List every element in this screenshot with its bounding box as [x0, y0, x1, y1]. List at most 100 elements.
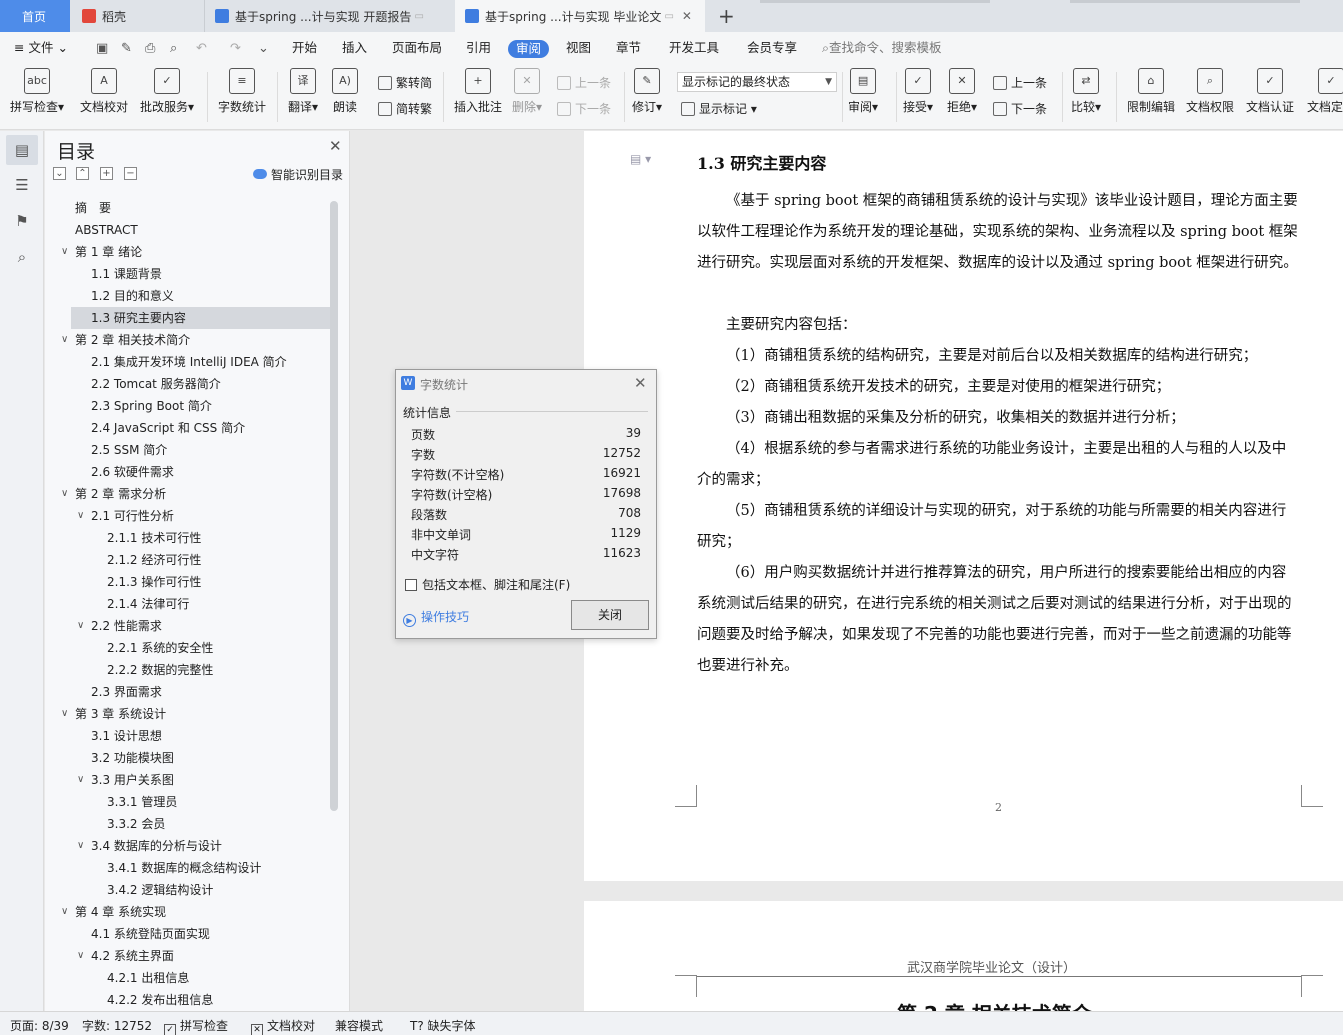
delete-comment-button[interactable]: ✕ 删除▾	[512, 68, 542, 115]
proofread-button[interactable]: A 文档校对	[80, 68, 128, 115]
chapter-navigation-icon[interactable]: ☰	[12, 175, 32, 195]
undo-icon[interactable]: ↶	[196, 41, 207, 56]
toc-item[interactable]: ∨ 3.4 数据库的分析与设计	[77, 835, 222, 857]
track-changes-button[interactable]: ✎ 修订▾	[632, 68, 662, 115]
menu-member[interactable]: 会员专享	[747, 32, 797, 64]
word-count-indicator[interactable]: 字数: 12752	[82, 1017, 152, 1034]
compatibility-mode[interactable]: 兼容模式	[335, 1017, 383, 1034]
missing-font[interactable]: T? 缺失字体	[410, 1017, 476, 1034]
toc-item[interactable]: 2.1.1 技术可行性	[107, 527, 201, 549]
menu-page-layout[interactable]: 页面布局	[392, 32, 442, 64]
add-heading-icon[interactable]: +	[100, 167, 113, 180]
next-comment-button[interactable]: 下一条	[557, 100, 611, 117]
status-spell-check[interactable]: ✓ 拼写检查	[164, 1017, 228, 1035]
file-menu[interactable]: ≡ 文件 ⌄	[14, 32, 68, 64]
chevron-down-icon[interactable]: ∨	[61, 703, 68, 725]
toc-item[interactable]: 2.2 Tomcat 服务器简介	[91, 373, 221, 395]
toc-item[interactable]: 2.1.2 经济可行性	[107, 549, 201, 571]
status-proofread[interactable]: ✕ 文档校对	[251, 1017, 315, 1035]
spell-check-button[interactable]: abc 拼写检查▾	[10, 68, 64, 115]
close-icon[interactable]: ✕	[329, 137, 342, 155]
compare-button[interactable]: ⇄ 比较▾	[1071, 68, 1101, 115]
quick-access-dropdown-icon[interactable]: ⌄	[258, 41, 269, 56]
toc-item[interactable]: 2.2.2 数据的完整性	[107, 659, 213, 681]
restrict-editing-button[interactable]: ⌂ 限制编辑	[1127, 68, 1175, 115]
previous-comment-button[interactable]: 上一条	[557, 74, 611, 91]
word-count-button[interactable]: ≡ 字数统计	[218, 68, 266, 115]
chevron-down-icon[interactable]: ∨	[77, 835, 84, 857]
review-pane-button[interactable]: ▤ 审阅▾	[848, 68, 878, 115]
chevron-down-icon[interactable]: ∨	[77, 505, 84, 527]
tab-document-thesis[interactable]: 基于spring ...计与实现 毕业论文 ▭ ✕	[455, 0, 705, 32]
reject-change-button[interactable]: ✕ 拒绝▾	[947, 68, 977, 115]
toc-item[interactable]: 3.2 功能模块图	[91, 747, 174, 769]
toc-item[interactable]: ∨ 第 2 章 需求分析	[61, 483, 166, 505]
toc-item[interactable]: 2.1.3 操作可行性	[107, 571, 201, 593]
toc-item[interactable]: ∨ 3.3 用户关系图	[77, 769, 174, 791]
include-textboxes-checkbox[interactable]: 包括文本框、脚注和尾注(F)	[405, 576, 570, 593]
toc-item[interactable]: 3.3.2 会员	[107, 813, 165, 835]
translate-button[interactable]: 译翻译▾	[288, 68, 318, 115]
chevron-down-icon[interactable]: ∨	[61, 483, 68, 505]
chevron-down-icon[interactable]: ∨	[77, 615, 84, 637]
show-markup-dropdown[interactable]: 显示标记 ▾	[681, 100, 757, 117]
tab-home[interactable]: 首页	[0, 0, 70, 32]
toc-item[interactable]: ∨ 第 3 章 系统设计	[61, 703, 166, 725]
markup-mode-select[interactable]: 显示标记的最终状态 ▼	[677, 72, 837, 92]
tips-link[interactable]: ▶ 操作技巧	[403, 608, 469, 627]
toc-scrollbar[interactable]	[330, 201, 338, 811]
chevron-down-icon[interactable]: ∨	[61, 329, 68, 351]
chevron-down-icon[interactable]: ∨	[77, 945, 84, 967]
document-certification-button[interactable]: ✓ 文档认证	[1246, 68, 1294, 115]
expand-all-icon[interactable]: ⌃	[76, 167, 89, 180]
smart-toc-button[interactable]: 智能识别目录	[253, 166, 343, 183]
chevron-down-icon[interactable]: ∨	[61, 901, 68, 923]
toc-item[interactable]: 2.4 JavaScript 和 CSS 简介	[91, 417, 245, 439]
collapse-all-icon[interactable]: ⌄	[53, 167, 66, 180]
toc-item[interactable]: 3.4.1 数据库的概念结构设计	[107, 857, 261, 879]
command-search[interactable]: ⌕查找命令、搜索模板	[822, 32, 942, 64]
toc-item[interactable]: ABSTRACT	[75, 219, 138, 241]
trad-to-simp-button[interactable]: 繁转简	[378, 74, 432, 91]
toc-item[interactable]: 1.3 研究主要内容	[71, 307, 330, 329]
toc-item[interactable]: 2.1.4 法律可行	[107, 593, 189, 615]
toc-item[interactable]: ∨ 4.2 系统主界面	[77, 945, 174, 967]
close-icon[interactable]: ✕	[634, 374, 647, 392]
toc-item[interactable]: 3.4.2 逻辑结构设计	[107, 879, 213, 901]
tab-document-proposal[interactable]: 基于spring ...计与实现 开题报告 ▭	[204, 0, 454, 32]
remove-heading-icon[interactable]: −	[124, 167, 137, 180]
previous-change-button[interactable]: 上一条	[993, 74, 1047, 91]
page-indicator[interactable]: 页面: 8/39	[10, 1017, 69, 1034]
toc-item[interactable]: 2.2.1 系统的安全性	[107, 637, 213, 659]
page-options-icon[interactable]: ▤ ▾	[630, 152, 651, 166]
dialog-titlebar[interactable]: W 字数统计 ✕	[396, 370, 656, 396]
tab-daoke[interactable]: 稻壳	[72, 0, 202, 32]
document-permission-button[interactable]: ⌕ 文档权限	[1186, 68, 1234, 115]
menu-chapter[interactable]: 章节	[616, 32, 641, 64]
toc-item[interactable]: 2.3 界面需求	[91, 681, 162, 703]
save-icon[interactable]: ▣	[96, 41, 108, 56]
toc-pane-icon[interactable]: ▤	[6, 135, 38, 165]
toc-item[interactable]: 2.3 Spring Boot 简介	[91, 395, 212, 417]
close-tab-icon[interactable]: ✕	[682, 9, 692, 23]
toc-item[interactable]: 2.6 软硬件需求	[91, 461, 174, 483]
bookmark-icon[interactable]: ⚑	[12, 211, 32, 231]
toc-item[interactable]: 4.2.1 出租信息	[107, 967, 189, 989]
toc-item[interactable]: 3.1 设计思想	[91, 725, 162, 747]
read-aloud-button[interactable]: A) 朗读	[332, 68, 358, 115]
menu-developer-tools[interactable]: 开发工具	[669, 32, 719, 64]
toc-item[interactable]: 4.1 系统登陆页面实现	[91, 923, 210, 945]
simp-to-trad-button[interactable]: 简转繁	[378, 100, 432, 117]
toc-item[interactable]: 2.5 SSM 简介	[91, 439, 167, 461]
insert-comment-button[interactable]: + 插入批注	[454, 68, 502, 115]
toc-item[interactable]: ∨ 第 2 章 相关技术简介	[61, 329, 190, 351]
print-icon[interactable]: ⎙	[145, 41, 155, 56]
toc-item[interactable]: ∨ 2.2 性能需求	[77, 615, 162, 637]
search-icon[interactable]: ⌕	[12, 247, 32, 267]
redo-icon[interactable]: ↷	[230, 41, 241, 56]
document-finalize-button[interactable]: ✓ 文档定稿	[1307, 68, 1343, 115]
chevron-down-icon[interactable]: ∨	[61, 241, 68, 263]
toc-item[interactable]: 摘 要	[75, 197, 111, 219]
toc-item[interactable]: ∨ 第 1 章 绪论	[61, 241, 142, 263]
toc-item[interactable]: ∨ 第 4 章 系统实现	[61, 901, 166, 923]
